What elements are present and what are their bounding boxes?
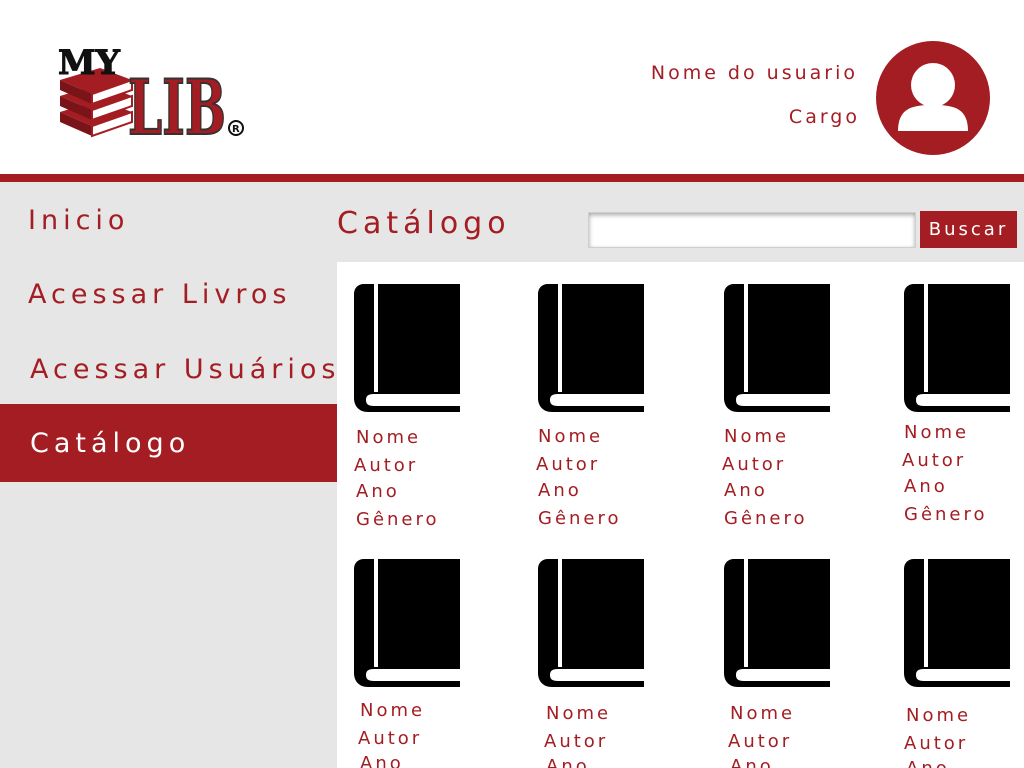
book-year: Ano — [730, 756, 774, 768]
sidebar-item-inicio[interactable]: Inicio — [0, 198, 337, 242]
book-card[interactable]: Nome Autor Ano — [722, 557, 872, 768]
book-icon — [724, 559, 830, 687]
book-card[interactable]: Nome Autor Ano — [352, 557, 502, 768]
book-name: Nome — [546, 703, 612, 724]
book-name: Nome — [730, 703, 796, 724]
book-card[interactable]: Nome Autor Ano Gênero — [902, 282, 1024, 525]
book-icon — [354, 559, 460, 687]
book-icon — [538, 559, 644, 687]
user-icon — [898, 63, 968, 131]
book-genre: Gênero — [356, 509, 440, 530]
book-name: Nome — [360, 700, 426, 721]
book-year: Ano — [724, 480, 768, 501]
user-role: Cargo — [788, 106, 860, 128]
book-card[interactable]: Nome Autor Ano Gênero — [722, 282, 872, 529]
book-name: Nome — [904, 422, 970, 443]
book-card[interactable]: Nome Autor Ano Gênero — [352, 282, 502, 530]
book-icon — [724, 284, 830, 412]
user-name: Nome do usuario — [650, 62, 858, 84]
sidebar-item-label: Inicio — [28, 204, 130, 236]
svg-text:MY: MY — [58, 43, 121, 83]
book-genre: Gênero — [538, 508, 622, 529]
book-name: Nome — [356, 427, 422, 448]
book-year: Ano — [356, 481, 400, 502]
sidebar-item-catalogo[interactable]: Catálogo — [0, 404, 337, 482]
book-icon — [354, 284, 460, 412]
logo[interactable]: MY LIB R — [52, 40, 252, 144]
avatar[interactable] — [876, 41, 990, 155]
header-divider — [0, 174, 1024, 182]
book-name: Nome — [906, 705, 972, 726]
book-name: Nome — [724, 426, 790, 447]
sidebar-item-label: Acessar Usuários — [30, 353, 341, 385]
book-author: Autor — [902, 450, 967, 471]
book-author: Autor — [544, 731, 609, 752]
svg-text:R: R — [232, 124, 240, 135]
book-author: Autor — [354, 455, 419, 476]
book-year: Ano — [906, 759, 950, 768]
book-icon — [538, 284, 644, 412]
sidebar-item-label: Catálogo — [30, 427, 191, 459]
book-year: Ano — [360, 753, 404, 768]
book-icon — [904, 284, 1010, 412]
book-author: Autor — [358, 728, 423, 749]
sidebar-item-acessar-livros[interactable]: Acessar Livros — [0, 272, 337, 316]
book-card[interactable]: Nome Autor Ano — [536, 557, 686, 768]
book-author: Autor — [536, 454, 601, 475]
book-author: Autor — [722, 454, 787, 475]
book-card[interactable]: Nome Autor Ano — [902, 557, 1024, 768]
svg-text:LIB: LIB — [128, 63, 226, 144]
book-year: Ano — [546, 756, 590, 768]
header: MY LIB R Nome do usuario Cargo — [0, 0, 1024, 174]
book-card[interactable]: Nome Autor Ano Gênero — [536, 282, 686, 529]
search-button[interactable]: Buscar — [920, 211, 1017, 248]
book-genre: Gênero — [904, 504, 988, 525]
book-year: Ano — [904, 476, 948, 497]
search-input[interactable] — [588, 212, 916, 248]
book-year: Ano — [538, 480, 582, 501]
sidebar-item-acessar-usuarios[interactable]: Acessar Usuários — [0, 347, 337, 391]
page-title: Catálogo — [337, 206, 511, 241]
book-author: Autor — [904, 733, 969, 754]
book-genre: Gênero — [724, 508, 808, 529]
book-icon — [904, 559, 1010, 687]
book-author: Autor — [728, 731, 793, 752]
book-name: Nome — [538, 426, 604, 447]
sidebar-item-label: Acessar Livros — [28, 278, 292, 310]
